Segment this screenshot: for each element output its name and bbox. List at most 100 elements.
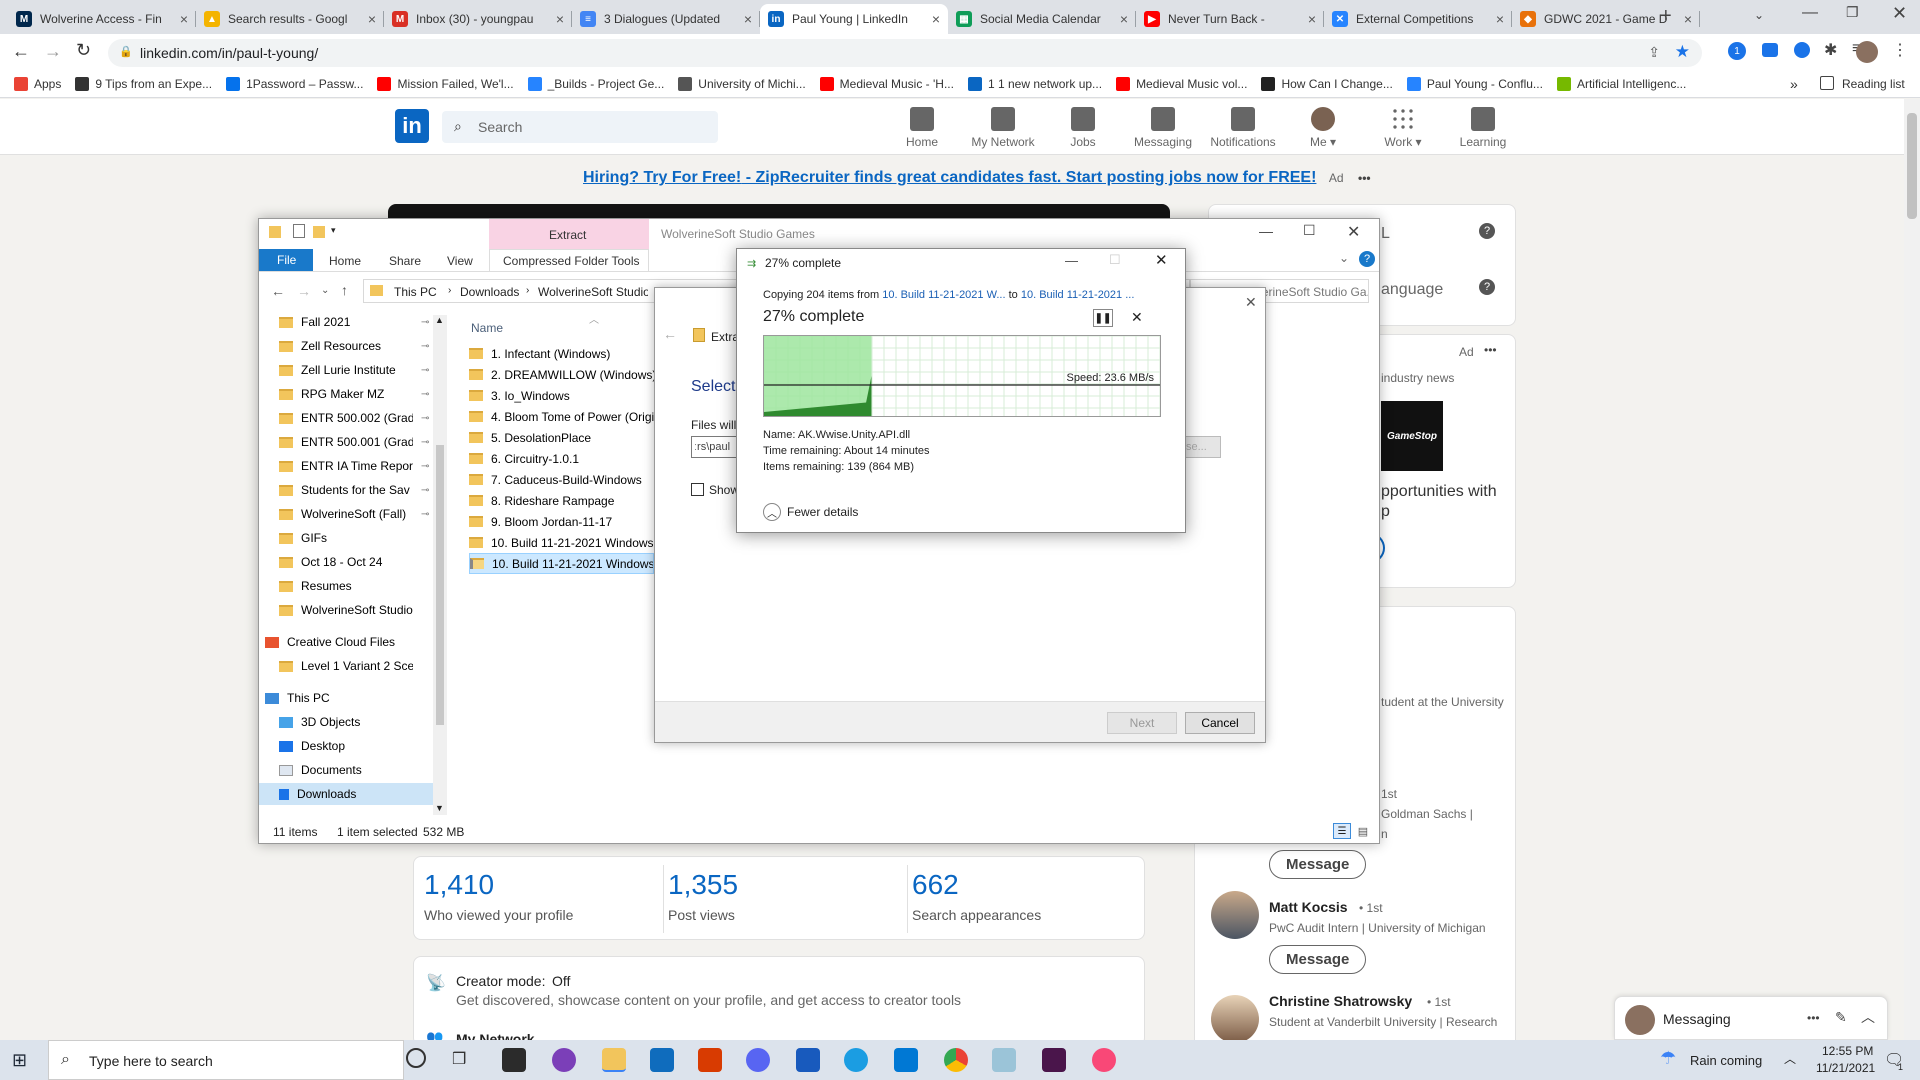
browser-tab[interactable]: M Wolverine Access - Fin ×	[8, 4, 196, 34]
menu-icon[interactable]: ⋮	[1892, 40, 1908, 60]
person-name[interactable]: Christine Shatrowsky	[1269, 993, 1412, 1009]
browser-tab[interactable]: in Paul Young | LinkedIn ×	[760, 4, 948, 34]
store-icon[interactable]	[502, 1048, 526, 1072]
nav-pane-item[interactable]: GIFs	[279, 527, 439, 549]
breadcrumb-this-pc[interactable]: This PC	[394, 285, 437, 299]
fewer-details-button[interactable]: ︿ Fewer details	[763, 503, 858, 521]
file-list-item[interactable]: 10. Build 11-21-2021 Windows.zip	[469, 553, 654, 574]
browser-tab[interactable]: M Inbox (30) - youngpau ×	[384, 4, 572, 34]
nav-learning[interactable]: Learning	[1443, 107, 1523, 149]
tab-close-icon[interactable]: ×	[1496, 11, 1504, 27]
browser-tab[interactable]: ▦ Social Media Calendar ×	[948, 4, 1136, 34]
compose-icon[interactable]: ✎	[1835, 1009, 1847, 1026]
nav-pane-item[interactable]: RPG Maker MZ ⊸	[279, 383, 439, 405]
avatar[interactable]	[1211, 995, 1259, 1043]
nav-pane-item[interactable]: Zell Lurie Institute ⊸	[279, 359, 439, 381]
tab-close-icon[interactable]: ×	[1684, 11, 1692, 27]
ribbon-collapse-icon[interactable]: ⌄	[1339, 251, 1349, 265]
recent-dropdown-icon[interactable]: ⌄	[321, 285, 329, 296]
file-list-item[interactable]: 3. Io_Windows	[469, 385, 654, 406]
breadcrumb-current[interactable]: WolverineSoft Studio Games	[538, 285, 648, 299]
browser-tab[interactable]: ▶ Never Turn Back - ×	[1136, 4, 1324, 34]
chevron-up-icon[interactable]: ︿	[1861, 1007, 1875, 1027]
scroll-up-icon[interactable]: ▲	[435, 315, 444, 325]
file-list-item[interactable]: 6. Circuitry-1.0.1	[469, 448, 654, 469]
quick-access-folder-icon[interactable]	[269, 226, 281, 238]
bookmark-item[interactable]: University of Michi...	[678, 76, 806, 91]
file-list-item[interactable]: 5. DesolationPlace	[469, 427, 654, 448]
nav-pane-item[interactable]: Desktop	[279, 735, 439, 757]
scrollbar-thumb[interactable]	[1907, 113, 1917, 219]
reload-icon[interactable]: ↻	[76, 40, 91, 61]
nav-pane-item[interactable]: This PC	[265, 687, 439, 709]
close-icon[interactable]: ✕	[1347, 222, 1360, 242]
scrollbar-thumb[interactable]	[436, 445, 444, 725]
extension-icon[interactable]: 1	[1728, 42, 1746, 60]
nav-home[interactable]: Home	[882, 107, 962, 149]
nav-pane-item[interactable]: 3D Objects	[279, 711, 439, 733]
nav-pane-item[interactable]: Zell Resources ⊸	[279, 335, 439, 357]
windows-start-icon[interactable]: ⊞	[12, 1050, 27, 1071]
bookmark-item[interactable]: Medieval Music vol...	[1116, 76, 1247, 91]
profile-avatar[interactable]	[1856, 41, 1878, 63]
back-icon[interactable]: ←	[271, 283, 285, 299]
taskbar-search[interactable]: ⌕ Type here to search	[48, 1040, 404, 1080]
itunes-icon[interactable]	[1092, 1048, 1116, 1072]
cortana-icon[interactable]	[406, 1048, 426, 1068]
nav-messaging[interactable]: Messaging	[1123, 107, 1203, 149]
ad-more-icon[interactable]: •••	[1484, 343, 1497, 357]
nav-pane-item[interactable]: ENTR IA Time Repor ⊸	[279, 455, 439, 477]
bookmark-item[interactable]: 1 1 new network up...	[967, 76, 1102, 91]
message-button[interactable]: Message	[1269, 850, 1367, 879]
avatar[interactable]	[1211, 891, 1259, 939]
reading-list-button[interactable]: Reading list	[1842, 77, 1905, 91]
column-header-name[interactable]: Name	[471, 321, 503, 335]
ad-link[interactable]: Hiring? Try For Free!	[583, 169, 741, 186]
browser-tab[interactable]: ◆ GDWC 2021 - Game D ×	[1512, 4, 1700, 34]
app-icon[interactable]	[552, 1048, 576, 1072]
close-icon[interactable]: ✕	[1155, 251, 1168, 269]
creator-mode-card[interactable]: 📡 Creator mode: Off Get discovered, show…	[413, 956, 1145, 1047]
scroll-down-icon[interactable]: ▼	[435, 803, 444, 813]
browser-tab[interactable]: ≡ 3 Dialogues (Updated ×	[572, 4, 760, 34]
nav-pane-item[interactable]: Documents	[279, 759, 439, 781]
bookmark-item[interactable]: 1Password – Passw...	[226, 76, 363, 91]
clock-time[interactable]: 12:55 PM	[1822, 1044, 1873, 1058]
bookmark-item[interactable]: 9 Tips from an Expe...	[75, 76, 212, 91]
forward-icon[interactable]: →	[297, 283, 311, 299]
new-tab-button[interactable]: +	[1660, 5, 1672, 28]
pause-button[interactable]: ❚❚	[1093, 309, 1113, 327]
nav-pane-item[interactable]: Creative Cloud Files	[265, 631, 439, 653]
extension-icon[interactable]	[1794, 42, 1810, 58]
destination-folder-link[interactable]: 10. Build 11-21-2021 ...	[1021, 289, 1135, 301]
up-icon[interactable]: ↑	[341, 282, 348, 298]
analytics-item[interactable]: 662 Search appearances	[912, 865, 1152, 933]
bookmarks-more[interactable]: »	[1790, 76, 1798, 92]
nav-scrollbar[interactable]: ▲ ▼	[433, 315, 447, 815]
edge-icon[interactable]	[844, 1048, 868, 1072]
chrome-icon[interactable]	[944, 1048, 968, 1072]
next-button[interactable]: Next	[1107, 712, 1177, 734]
nav-pane-item[interactable]: Level 1 Variant 2 Scene-	[279, 655, 439, 677]
tab-close-icon[interactable]: ×	[556, 11, 564, 27]
tab-close-icon[interactable]: ×	[744, 11, 752, 27]
bookmark-item[interactable]: Artificial Intelligenc...	[1556, 76, 1686, 91]
app-icon[interactable]	[992, 1048, 1016, 1072]
ad-more-icon[interactable]: •••	[1358, 171, 1371, 185]
bookmark-item[interactable]: How Can I Change...	[1261, 76, 1393, 91]
share-icon[interactable]: ⇪	[1648, 44, 1660, 61]
nav-pane-item[interactable]: WolverineSoft Studio G	[279, 599, 439, 621]
office-icon[interactable]	[698, 1048, 722, 1072]
cancel-copy-icon[interactable]: ✕	[1131, 309, 1143, 326]
ad-text[interactable]: - ZipRecruiter finds great candidates fa…	[741, 169, 1317, 186]
file-list-item[interactable]: 9. Bloom Jordan-11-17	[469, 511, 654, 532]
nav-pane-item[interactable]: ENTR 500.002 (Gradi ⊸	[279, 407, 439, 429]
word-icon[interactable]	[796, 1048, 820, 1072]
tab-search-icon[interactable]: ⌄	[1754, 8, 1764, 22]
nav-jobs[interactable]: Jobs	[1043, 107, 1123, 149]
help-icon[interactable]: ?	[1359, 251, 1375, 267]
cancel-button[interactable]: Cancel	[1185, 712, 1255, 734]
new-folder-icon[interactable]	[313, 226, 325, 238]
file-list-item[interactable]: 1. Infectant (Windows)	[469, 343, 654, 364]
nav-pane-item[interactable]: Fall 2021 ⊸	[279, 311, 439, 333]
